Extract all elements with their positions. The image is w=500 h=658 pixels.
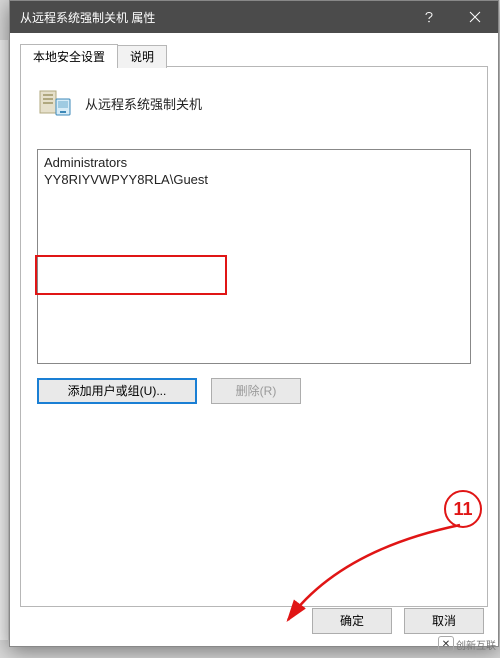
window-title: 从远程系统强制关机 属性	[20, 9, 406, 26]
ok-button[interactable]: 确定	[312, 608, 392, 634]
cancel-button[interactable]: 取消	[404, 608, 484, 634]
tab-explain[interactable]: 说明	[117, 45, 167, 68]
close-icon	[469, 11, 481, 23]
policy-header: 从远程系统强制关机	[37, 85, 471, 121]
background-strip	[0, 40, 8, 640]
list-item[interactable]: YY8RIYVWPYY8RLA\Guest	[44, 171, 464, 188]
watermark: ✕ 创新互联	[438, 636, 496, 652]
list-item[interactable]: Administrators	[44, 154, 464, 171]
dialog-buttons: 确定 取消	[312, 608, 484, 634]
members-listbox[interactable]: Administrators YY8RIYVWPYY8RLA\Guest	[37, 149, 471, 364]
help-icon	[422, 10, 436, 24]
add-user-button[interactable]: 添加用户或组(U)...	[37, 378, 197, 404]
tab-strip: 本地安全设置 说明	[20, 43, 488, 67]
help-button[interactable]	[406, 1, 452, 33]
list-buttons-row: 添加用户或组(U)... 删除(R)	[37, 378, 471, 404]
close-button[interactable]	[452, 1, 498, 33]
tab-panel: 从远程系统强制关机 Administrators YY8RIYVWPYY8RLA…	[20, 67, 488, 607]
policy-icon	[37, 85, 73, 121]
properties-dialog: 从远程系统强制关机 属性 本地安全设置 说明	[9, 0, 499, 647]
tab-local-security[interactable]: 本地安全设置	[20, 44, 118, 67]
annotation-step-number: 11	[444, 490, 482, 528]
titlebar: 从远程系统强制关机 属性	[10, 1, 498, 33]
remove-button: 删除(R)	[211, 378, 301, 404]
watermark-text: 创新互联	[456, 637, 496, 652]
policy-name: 从远程系统强制关机	[85, 94, 202, 113]
watermark-logo-icon: ✕	[438, 636, 454, 652]
